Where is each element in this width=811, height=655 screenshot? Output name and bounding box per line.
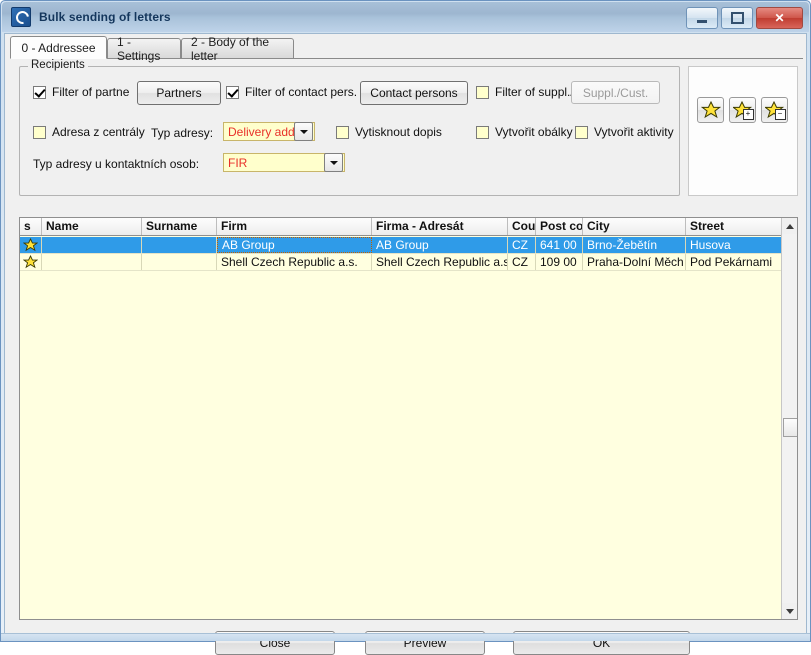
checkbox-box (476, 85, 489, 99)
filter-of-contact-persons-label: Filter of contact pers. (245, 85, 358, 99)
address-from-hq-checkbox[interactable]: Adresa z centrály (33, 125, 145, 139)
column-header-star[interactable]: s (20, 218, 42, 235)
create-activities-checkbox[interactable]: Vytvořit aktivity (575, 125, 674, 139)
address-type-label: Typ adresy: (151, 126, 214, 140)
close-button[interactable]: ✕ (756, 7, 803, 29)
cell-street[interactable]: Husova (686, 237, 781, 253)
create-envelopes-label: Vytvořit obálky (495, 125, 573, 139)
cell-firm[interactable]: Shell Czech Republic a.s. (217, 254, 372, 270)
tab-body-of-the-letter[interactable]: 2 - Body of the letter (181, 35, 294, 63)
column-header-street[interactable]: Street (686, 218, 781, 235)
minimize-icon (697, 19, 707, 23)
cell-name[interactable] (42, 237, 142, 253)
star-plus-icon: + (732, 101, 754, 120)
address-from-hq-label: Adresa z centrály (52, 125, 145, 139)
contact-address-type-label: Typ adresy u kontaktních osob: (33, 157, 200, 171)
grid-header-row: s Name Surname Firm Firma - Adresát Cour… (20, 218, 781, 236)
filter-of-partners-checkbox[interactable]: Filter of partne (33, 85, 129, 99)
star-remove-button[interactable]: − (761, 97, 788, 123)
filter-of-partners-label: Filter of partne (52, 85, 130, 99)
filter-of-suppliers-label: Filter of suppl./ (495, 85, 574, 99)
filter-of-suppliers-checkbox[interactable]: Filter of suppl./ (476, 85, 574, 99)
window-controls: ✕ (686, 7, 803, 29)
star-add-button[interactable]: + (729, 97, 756, 123)
cell-surname[interactable] (142, 237, 217, 253)
print-letter-checkbox[interactable]: Vytisknout dopis (336, 125, 442, 139)
minimize-button[interactable] (686, 7, 718, 29)
filter-of-contact-persons-checkbox[interactable]: Filter of contact pers. (226, 85, 357, 99)
star-select-button[interactable] (697, 97, 724, 123)
chevron-down-icon[interactable] (294, 122, 313, 141)
column-header-surname[interactable]: Surname (142, 218, 217, 235)
bulk-sending-window: Bulk sending of letters ✕ 0 - Addressee … (0, 0, 811, 655)
checkbox-box (336, 125, 349, 139)
table-row[interactable]: Shell Czech Republic a.s. Shell Czech Re… (20, 254, 781, 271)
maximize-icon (730, 12, 744, 24)
tab-strip: 0 - Addressee 1 - Settings 2 - Body of t… (10, 35, 803, 63)
star-minus-icon: − (764, 101, 786, 120)
checkbox-box (33, 85, 46, 99)
status-bar (1, 633, 810, 641)
grid-vertical-scrollbar[interactable] (781, 218, 797, 619)
create-activities-label: Vytvořit aktivity (594, 125, 674, 139)
cell-country[interactable]: CZ (508, 237, 536, 253)
row-star-icon[interactable] (20, 237, 42, 253)
checkbox-box (33, 125, 46, 139)
create-envelopes-checkbox[interactable]: Vytvořit obálky (476, 125, 573, 139)
tab-addressee[interactable]: 0 - Addressee (10, 36, 107, 59)
checkbox-box (226, 85, 239, 99)
star-actions-panel: + − (688, 66, 798, 196)
recipients-group-title: Recipients (28, 59, 88, 71)
maximize-button[interactable] (721, 7, 753, 29)
print-letter-label: Vytisknout dopis (355, 125, 442, 139)
cell-postcode[interactable]: 109 00 (536, 254, 583, 270)
star-plus-badge: + (742, 109, 754, 120)
window-title: Bulk sending of letters (39, 10, 171, 24)
column-header-name[interactable]: Name (42, 218, 142, 235)
contact-address-type-value: FIR (228, 155, 248, 170)
cell-city[interactable]: Brno-Žebětín (583, 237, 686, 253)
cell-city[interactable]: Praha-Dolní Měch… (583, 254, 686, 270)
cell-firm-addressee[interactable]: AB Group (372, 237, 508, 253)
column-header-city[interactable]: City (583, 218, 686, 235)
row-star-icon[interactable] (20, 254, 42, 270)
contact-address-type-dropdown[interactable]: FIR (223, 153, 345, 172)
recipients-grid: s Name Surname Firm Firma - Adresát Cour… (19, 217, 798, 620)
scroll-up-button[interactable] (782, 218, 797, 234)
chevron-down-icon[interactable] (324, 153, 343, 172)
cell-name[interactable] (42, 254, 142, 270)
cell-firm[interactable]: AB Group (217, 237, 372, 253)
recipients-group: Recipients Filter of partne Partners Fil… (19, 59, 680, 196)
scroll-down-button[interactable] (782, 603, 797, 619)
partners-button[interactable]: Partners (137, 81, 221, 105)
star-icon (700, 101, 721, 119)
scroll-up-icon (785, 223, 794, 229)
cell-postcode[interactable]: 641 00 (536, 237, 583, 253)
scrollbar-thumb[interactable] (783, 418, 797, 437)
cell-street[interactable]: Pod Pekárnami (686, 254, 781, 270)
title-bar: Bulk sending of letters ✕ (2, 2, 809, 32)
checkbox-box (476, 125, 489, 139)
column-header-country[interactable]: Cour (508, 218, 536, 235)
address-type-value: Delivery addr (228, 124, 294, 139)
app-icon (11, 7, 31, 27)
suppl-cust-button[interactable]: Suppl./Cust. (571, 81, 660, 104)
column-header-postcode[interactable]: Post co (536, 218, 583, 235)
column-header-firm[interactable]: Firm (217, 218, 372, 235)
table-row[interactable]: AB Group AB Group CZ 641 00 Brno-Žebětín… (20, 237, 781, 254)
tab-settings[interactable]: 1 - Settings (107, 35, 181, 63)
checkbox-box (575, 125, 588, 139)
cell-firm-addressee[interactable]: Shell Czech Republic a.s. (372, 254, 508, 270)
address-type-dropdown[interactable]: Delivery addr (223, 122, 315, 141)
cell-country[interactable]: CZ (508, 254, 536, 270)
star-minus-badge: − (774, 109, 786, 120)
cell-surname[interactable] (142, 254, 217, 270)
scroll-down-icon (785, 608, 794, 614)
grid-body: AB Group AB Group CZ 641 00 Brno-Žebětín… (20, 237, 781, 619)
column-header-firm-addressee[interactable]: Firma - Adresát (372, 218, 508, 235)
client-area: 0 - Addressee 1 - Settings 2 - Body of t… (4, 33, 807, 655)
contact-persons-button[interactable]: Contact persons (360, 81, 468, 105)
